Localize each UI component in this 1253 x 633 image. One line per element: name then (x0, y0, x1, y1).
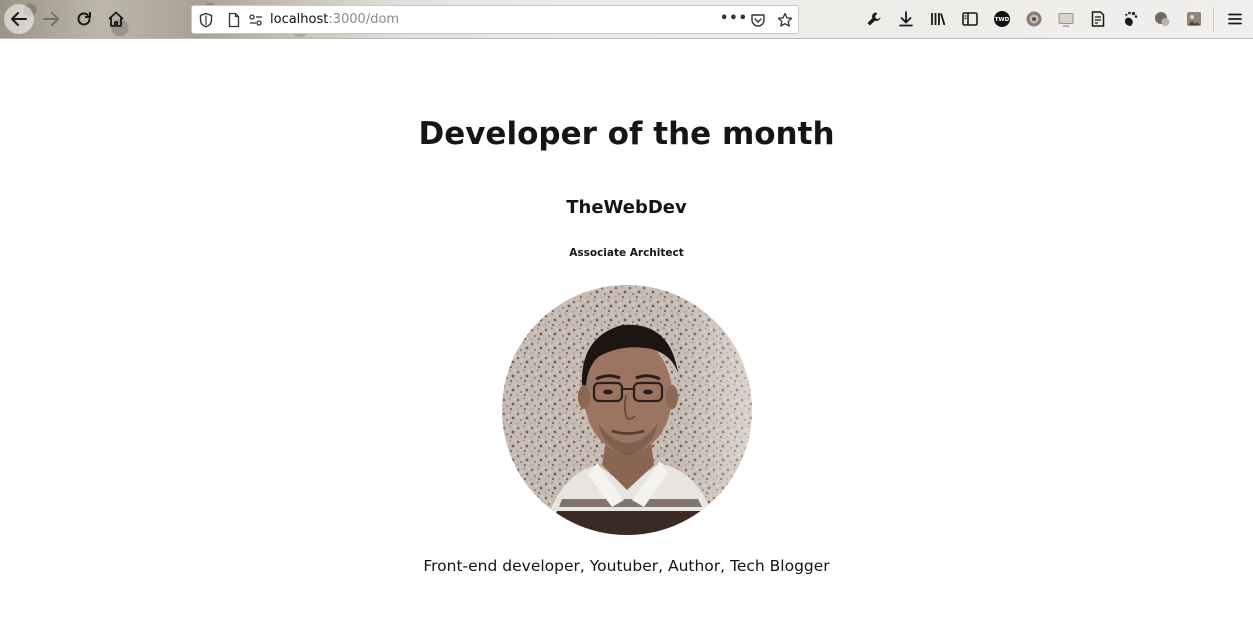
wrench-icon[interactable] (865, 10, 883, 28)
page-content: Developer of the month TheWebDev Associa… (0, 40, 1253, 633)
url-host: localhost (270, 12, 329, 27)
image-extension-icon[interactable] (1185, 10, 1203, 28)
permissions-icon[interactable] (248, 12, 264, 28)
twd-extension-icon[interactable]: TWD (993, 10, 1011, 28)
screenshot-icon[interactable] (1057, 10, 1075, 28)
pocket-icon[interactable] (750, 12, 766, 28)
extension-icon[interactable] (1025, 10, 1043, 28)
developer-bio: Front-end developer, Youtuber, Author, T… (423, 557, 830, 575)
developer-role: Associate Architect (569, 247, 684, 259)
download-icon[interactable] (897, 10, 915, 28)
developer-name: TheWebDev (566, 197, 687, 218)
url-path: :3000/dom (328, 12, 400, 27)
toolbar-separator (1213, 7, 1214, 32)
page-icon[interactable] (226, 12, 242, 28)
arrow-right-icon (43, 12, 59, 26)
developer-photo (502, 285, 752, 535)
avatar (502, 285, 752, 535)
shield-icon[interactable] (198, 12, 214, 28)
back-button[interactable] (4, 4, 34, 34)
svg-text:TWD: TWD (995, 17, 1010, 23)
library-icon[interactable] (929, 10, 947, 28)
notes-icon[interactable] (1089, 10, 1107, 28)
bookmark-star-icon[interactable] (777, 12, 793, 28)
home-icon (108, 11, 124, 27)
page-actions-button[interactable]: ••• (720, 11, 748, 26)
gnome-icon[interactable] (1121, 10, 1139, 28)
home-button[interactable] (101, 4, 131, 34)
arrow-left-icon (11, 12, 27, 26)
menu-icon[interactable] (1226, 10, 1244, 28)
page-title: Developer of the month (418, 116, 835, 152)
url-text[interactable]: localhost:3000/dom (270, 12, 399, 28)
sidebar-icon[interactable] (961, 10, 979, 28)
url-bar[interactable]: localhost:3000/dom ••• (191, 5, 799, 34)
chat-extension-icon[interactable] (1153, 10, 1171, 28)
reload-icon (77, 12, 91, 26)
forward-button[interactable] (36, 4, 66, 34)
reload-button[interactable] (69, 4, 99, 34)
browser-toolbar: localhost:3000/dom ••• TWD (0, 0, 1253, 39)
